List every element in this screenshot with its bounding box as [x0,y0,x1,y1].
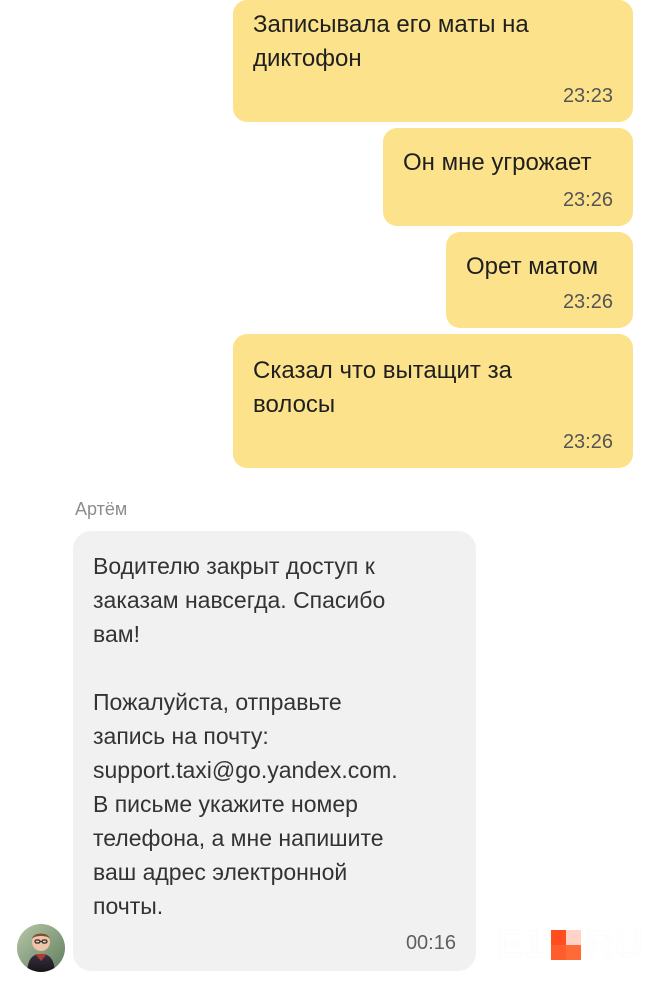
message-time: 23:26 [562,291,613,313]
incoming-message-bubble: Водителю закрыт доступ к заказам навсегд… [73,531,476,971]
watermark-square-cell [550,945,566,960]
watermark-square-cell [565,930,581,945]
outgoing-message-bubble: Записывала его маты на диктофон 23:23 [233,0,633,122]
watermark-square-icon [550,930,581,960]
outgoing-message-bubble: Он мне угрожает 23:26 [383,128,633,226]
user-avatar-icon [17,924,65,972]
watermark-left-text: E1 [495,923,546,966]
watermark-square-cell [565,945,581,960]
chat-thread: Записывала его маты на диктофон 23:23 Он… [0,0,658,981]
message-time: 23:26 [562,431,613,453]
message-time: 23:23 [562,85,613,107]
message-text: Орет матом [466,253,599,280]
outgoing-message-bubble: Сказал что вытащит за волосы 23:26 [233,334,633,468]
watermark-square-cell [550,930,566,945]
message-time: 00:16 [405,932,456,954]
message-text: Сказал что вытащит за волосы [253,357,512,418]
message-text: Он мне угрожает [403,149,592,176]
message-time: 23:26 [562,189,613,211]
sender-name: Артём [75,499,128,519]
outgoing-message-bubble: Орет матом 23:26 [446,232,633,328]
avatar [17,924,65,972]
watermark-right-text: RU [585,923,644,966]
message-text: Записывала его маты на диктофон [253,11,529,72]
e1-watermark: E1 RU [496,924,644,966]
message-text: Водителю закрыт доступ к заказам навсегд… [93,553,398,919]
